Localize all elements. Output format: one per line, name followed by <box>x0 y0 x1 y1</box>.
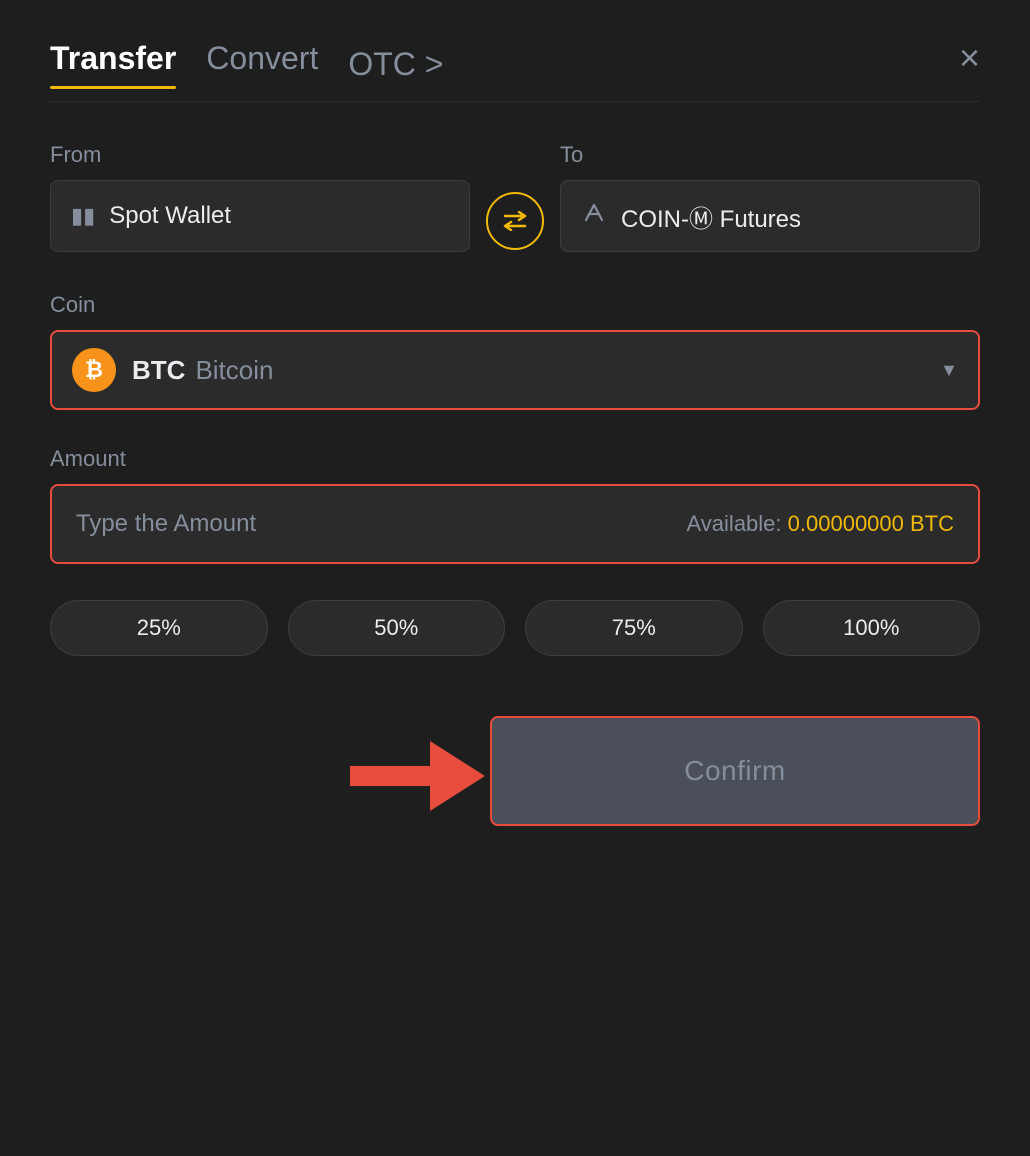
amount-section: Amount Available: 0.00000000 BTC <box>50 446 980 564</box>
confirm-area: Confirm <box>50 716 980 826</box>
from-wallet-name: Spot Wallet <box>109 202 231 230</box>
from-label: From <box>50 142 470 168</box>
from-wallet-box[interactable]: ▮▮ Spot Wallet <box>50 180 470 252</box>
amount-input[interactable] <box>76 510 687 538</box>
coin-dropdown[interactable]: ₿ BTC Bitcoin ▼ <box>50 330 980 410</box>
to-wallet-name: COIN-Ⓜ Futures <box>621 199 801 234</box>
tab-otc[interactable]: OTC > <box>348 46 443 83</box>
futures-icon <box>581 200 607 232</box>
from-to-section: From ▮▮ Spot Wallet To <box>50 142 980 252</box>
futures-arrow-icon <box>581 200 607 226</box>
pct-25-button[interactable]: 25% <box>50 600 268 656</box>
available-text: Available: 0.00000000 BTC <box>687 511 954 537</box>
swap-icon <box>501 211 529 231</box>
percentage-buttons: 25% 50% 75% 100% <box>50 600 980 656</box>
red-arrow-icon <box>330 711 490 841</box>
tab-convert[interactable]: Convert <box>206 40 318 89</box>
dropdown-arrow-icon: ▼ <box>940 360 958 381</box>
pct-50-button[interactable]: 50% <box>288 600 506 656</box>
btc-icon: ₿ <box>72 348 116 392</box>
coin-ticker: BTC <box>132 355 185 386</box>
coin-label: Coin <box>50 292 980 318</box>
tab-transfer[interactable]: Transfer <box>50 40 176 89</box>
modal-header: Transfer Convert OTC > <box>50 40 980 89</box>
close-button[interactable]: × <box>959 40 980 76</box>
amount-label: Amount <box>50 446 980 472</box>
pct-75-button[interactable]: 75% <box>525 600 743 656</box>
available-value: 0.00000000 BTC <box>788 511 954 536</box>
wallet-card-icon: ▮▮ <box>71 203 95 229</box>
swap-wrapper <box>470 192 560 252</box>
swap-button[interactable] <box>486 192 544 250</box>
to-wallet-box[interactable]: COIN-Ⓜ Futures <box>560 180 980 252</box>
pct-100-button[interactable]: 100% <box>763 600 981 656</box>
confirm-button[interactable]: Confirm <box>490 716 980 826</box>
amount-box: Available: 0.00000000 BTC <box>50 484 980 564</box>
coin-section: Coin ₿ BTC Bitcoin ▼ <box>50 292 980 410</box>
to-group: To COIN-Ⓜ Futures <box>560 142 980 252</box>
coin-name: Bitcoin <box>195 355 273 386</box>
transfer-modal: Transfer Convert OTC > × From ▮▮ Spot Wa… <box>0 0 1030 1156</box>
to-label: To <box>560 142 980 168</box>
header-divider <box>50 101 980 102</box>
from-group: From ▮▮ Spot Wallet <box>50 142 470 252</box>
btc-symbol: ₿ <box>85 357 103 383</box>
